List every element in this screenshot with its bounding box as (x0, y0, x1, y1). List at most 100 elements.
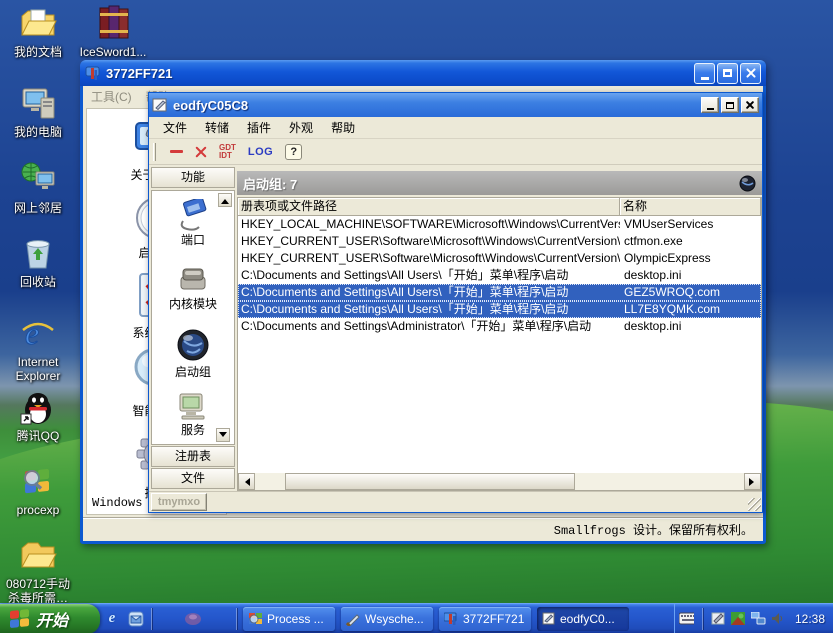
desktop-icon-label: 腾讯QQ (16, 429, 60, 443)
quicklaunch-ie-icon[interactable]: e (102, 609, 122, 629)
taskbutton-3772FF721[interactable]: 3772FF721 (439, 606, 531, 631)
scroll-track[interactable] (255, 473, 744, 490)
down-arrow-icon (219, 431, 227, 441)
folder-icon (19, 536, 57, 574)
inner-window-title: eodfyC05C8 (173, 97, 249, 113)
column-header-path[interactable]: 册表项或文件路径 (238, 198, 620, 215)
desktop-icon-qq[interactable]: 腾讯QQ (2, 388, 74, 443)
table-row[interactable]: HKEY_CURRENT_USER\Software\Microsoft\Win… (238, 233, 761, 250)
inner-titlebar[interactable]: eodfyC05C8 (149, 93, 762, 117)
desktop-icon-icesword-archive[interactable]: IceSword1... (77, 4, 149, 59)
scroll-thumb[interactable] (285, 473, 575, 490)
resize-grip[interactable] (748, 498, 761, 511)
services-icon (179, 393, 205, 420)
sidebar-scroll-down[interactable] (216, 428, 230, 442)
document-small-icon (542, 612, 555, 625)
log-button[interactable]: LOG (248, 146, 273, 158)
sidebar-icon-list: 端口 内核模块 启动组 服务 (151, 190, 235, 445)
row-name: VMUserServices (624, 217, 714, 231)
scroll-right-button[interactable] (744, 473, 761, 490)
minimize-button[interactable] (694, 62, 715, 84)
start-button[interactable]: 开始 (0, 603, 100, 633)
tools-small-icon (444, 612, 457, 625)
desktop-icon-recycle-bin[interactable]: 回收站 (2, 234, 74, 289)
quicklaunch-mail-icon[interactable] (126, 609, 146, 629)
computer-icon (19, 84, 57, 122)
scroll-left-button[interactable] (238, 473, 255, 490)
menu-help[interactable]: 帮助 (323, 117, 363, 138)
horizontal-scrollbar (238, 473, 761, 490)
desktop-icon-label: procexp (16, 503, 60, 517)
menu-file[interactable]: 文件 (155, 117, 195, 138)
copyright-text: Smallfrogs 设计。保留所有权利。 (553, 524, 753, 538)
desktop-icon-my-computer[interactable]: 我的电脑 (2, 84, 74, 139)
desktop-icon-internet-explorer[interactable]: e Internet Explorer (2, 314, 74, 384)
taskbutton-process-explorer[interactable]: Process ... (243, 606, 335, 631)
minimize-button[interactable] (701, 97, 719, 113)
desktop-icon-label: 080712手动 杀毒所需… (5, 577, 71, 605)
table-row[interactable]: C:\Documents and Settings\Administrator\… (238, 318, 761, 335)
table-row[interactable]: HKEY_CURRENT_USER\Software\Microsoft\Win… (238, 250, 761, 267)
column-header-name[interactable]: 名称 (620, 198, 761, 215)
taskbar-clock[interactable]: 12:38 (795, 612, 825, 626)
taskbutton-eodfyC0-active[interactable]: eodfyC0... (537, 606, 629, 631)
tray-antivirus-icon[interactable] (730, 612, 746, 625)
outer-titlebar[interactable]: 3772FF721 (80, 60, 766, 86)
startup-globe-icon (177, 329, 209, 361)
tray-network-icon[interactable] (750, 612, 766, 625)
tray-pen-icon[interactable] (711, 612, 726, 625)
desktop-icon-my-documents[interactable]: 我的文档 (2, 4, 74, 59)
close-button[interactable] (741, 97, 759, 113)
network-icon (19, 160, 57, 198)
sidebar-group-registry[interactable]: 注册表 (151, 446, 235, 467)
toolbar-grip-icon[interactable] (153, 142, 156, 161)
row-path: C:\Documents and Settings\All Users\「开始」… (241, 285, 569, 299)
menu-dump[interactable]: 转储 (197, 117, 237, 138)
sidebar-item-ports[interactable]: 端口 (152, 199, 234, 248)
row-name: ctfmon.exe (624, 234, 683, 248)
desktop: 我的文档 IceSword1... 我的电脑 网上邻居 回收站 e Intern… (0, 0, 833, 633)
qq-penguin-icon (19, 388, 57, 426)
maximize-button[interactable] (717, 62, 738, 84)
tray-volume-icon[interactable] (771, 612, 786, 625)
menu-plugins[interactable]: 插件 (239, 117, 279, 138)
desktop-icon-network-places[interactable]: 网上邻居 (2, 160, 74, 215)
desktop-icon-procexp[interactable]: procexp (2, 462, 74, 517)
maximize-glyph (723, 69, 732, 77)
table-row[interactable]: C:\Documents and Settings\All Users\「开始」… (238, 284, 761, 301)
table-row[interactable]: HKEY_LOCAL_MACHINE\SOFTWARE\Microsoft\Wi… (238, 216, 761, 233)
delete-item-button[interactable] (195, 146, 207, 158)
maximize-button[interactable] (721, 97, 739, 113)
globe-small-icon[interactable] (739, 175, 756, 192)
remove-item-button[interactable] (170, 150, 183, 153)
gdt-idt-button[interactable]: GDT IDT (219, 143, 236, 160)
sidebar-item-startup-group[interactable]: 启动组 (152, 327, 234, 380)
desktop-icon-label: 我的电脑 (13, 125, 62, 139)
menu-tools[interactable]: 工具(C) (91, 88, 132, 105)
svg-text:e: e (25, 315, 39, 351)
row-name: desktop.ini (624, 268, 682, 282)
sidebar-group-file[interactable]: 文件 (151, 468, 235, 489)
sidebar-item-label: 内核模块 (168, 297, 217, 311)
close-glyph (746, 101, 754, 109)
panel-title: 启动组: 7 (243, 176, 298, 192)
list-header: 册表项或文件路径 名称 (238, 198, 761, 216)
quicklaunch-app-icon[interactable] (183, 609, 203, 629)
sidebar-item-kernel-modules[interactable]: 内核模块 (152, 263, 234, 312)
document-pen-icon (152, 98, 167, 111)
taskbutton-wsysche[interactable]: Wsysche... (341, 606, 433, 631)
input-method-keyboard-icon[interactable] (678, 612, 694, 625)
table-row[interactable]: C:\Documents and Settings\All Users\「开始」… (238, 301, 761, 318)
close-button[interactable] (740, 62, 761, 84)
inner-toolbar: GDT IDT LOG ? (149, 139, 762, 165)
my-documents-icon (19, 4, 57, 42)
inner-menubar: 文件 转储 插件 外观 帮助 (149, 117, 762, 139)
menu-appearance[interactable]: 外观 (281, 117, 321, 138)
table-row[interactable]: C:\Documents and Settings\All Users\「开始」… (238, 267, 761, 284)
tmymxo-button[interactable]: tmymxo (151, 493, 207, 511)
panel-header: 启动组: 7 (237, 171, 762, 195)
close-glyph (746, 68, 756, 78)
desktop-icon-av-folder[interactable]: 080712手动 杀毒所需… (2, 536, 74, 605)
sidebar-group-functions[interactable]: 功能 (151, 167, 235, 188)
help-button[interactable]: ? (285, 143, 303, 160)
